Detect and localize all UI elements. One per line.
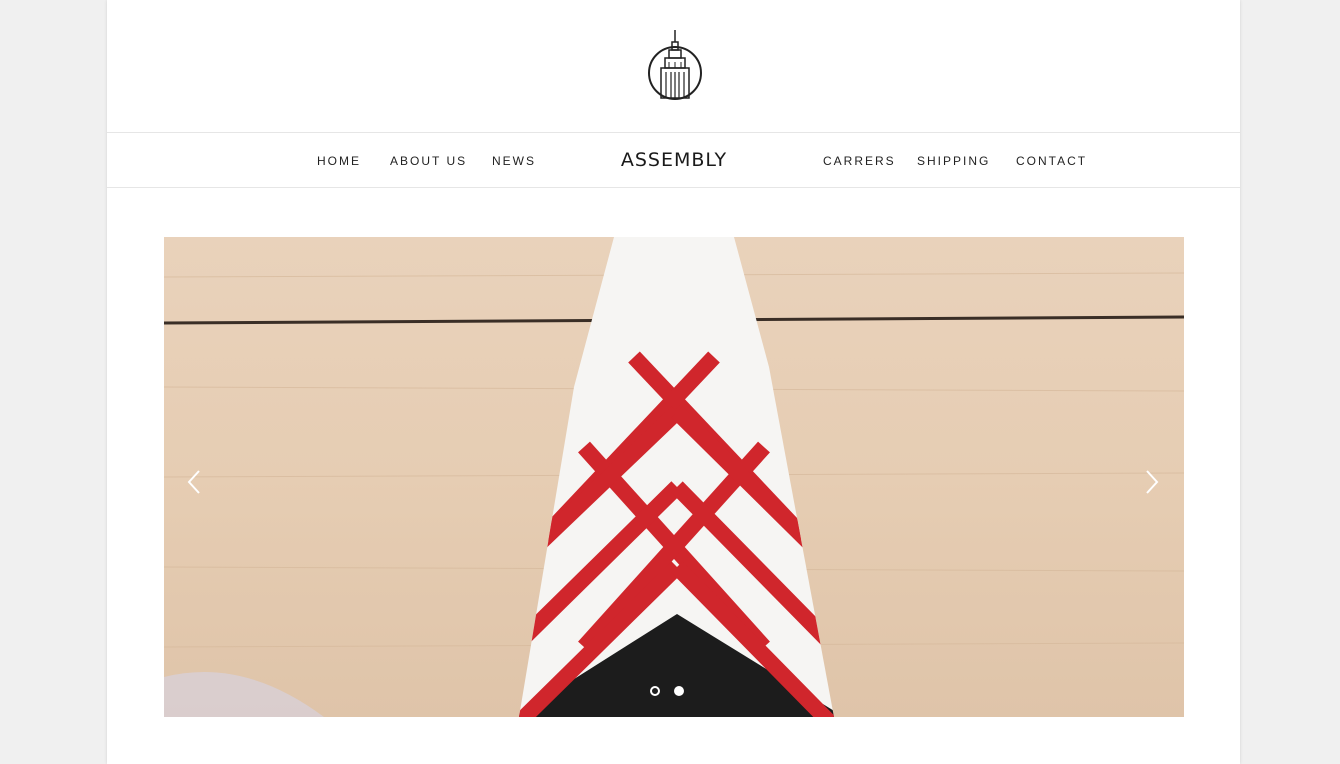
nav-contact[interactable]: CONTACT — [1016, 153, 1087, 169]
hero-slider — [164, 237, 1184, 717]
nav-shipping[interactable]: SHIPPING — [917, 153, 990, 169]
empire-state-building-icon[interactable] — [646, 28, 704, 104]
main-nav: HOME ABOUT US NEWS ASSEMBLY CARRERS SHIP… — [107, 132, 1240, 188]
nav-news[interactable]: NEWS — [492, 153, 536, 169]
slider-dot-2[interactable] — [674, 686, 684, 696]
nav-home[interactable]: HOME — [317, 153, 361, 169]
brand-wordmark[interactable]: ASSEMBLY — [613, 148, 735, 172]
slider-pagination — [650, 686, 690, 698]
nav-about-us[interactable]: ABOUT US — [390, 153, 467, 169]
chevron-left-icon[interactable] — [184, 467, 206, 497]
slider-dot-1[interactable] — [650, 686, 660, 696]
slide-image-paddle — [164, 237, 1184, 717]
chevron-right-icon[interactable] — [1140, 467, 1162, 497]
header-logo-area — [107, 0, 1240, 132]
nav-careers[interactable]: CARRERS — [823, 153, 896, 169]
page-container: HOME ABOUT US NEWS ASSEMBLY CARRERS SHIP… — [107, 0, 1240, 764]
